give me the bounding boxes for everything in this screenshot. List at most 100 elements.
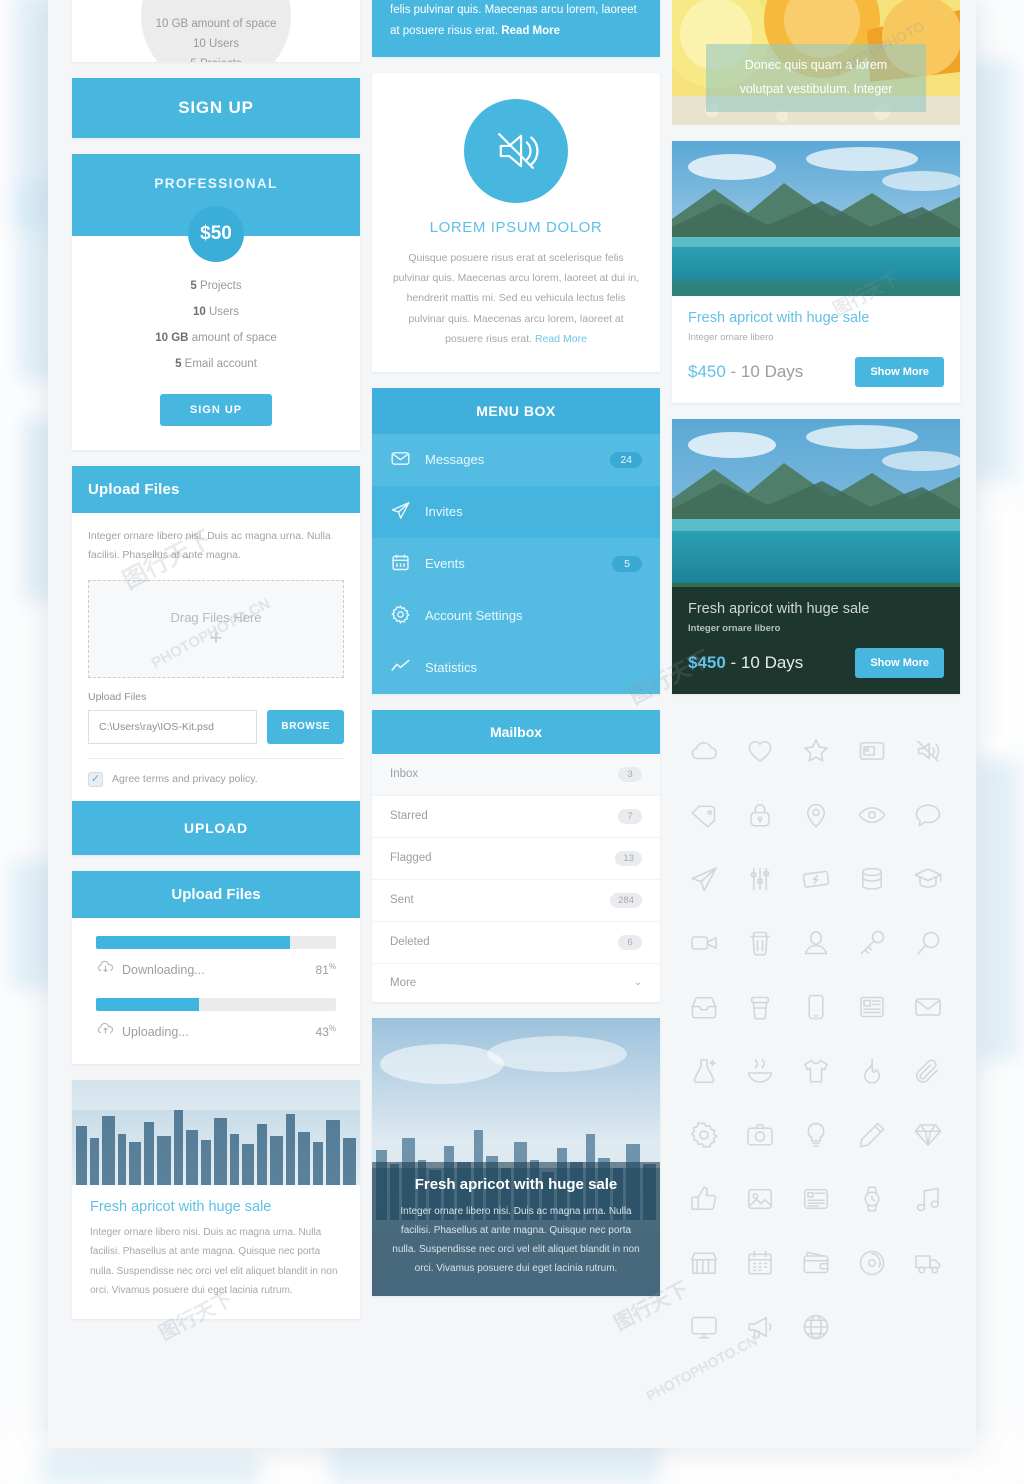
sliders-icon[interactable] (732, 860, 788, 898)
browse-button[interactable]: BROWSE (267, 709, 344, 744)
basic-plan-signup-button[interactable]: SIGN UP (72, 78, 360, 138)
mailbox-row-label: Starred (390, 810, 428, 823)
key-icon[interactable] (844, 924, 900, 962)
flame-icon[interactable] (844, 1052, 900, 1090)
speaker-mute-icon[interactable] (900, 732, 956, 770)
star-icon[interactable] (788, 732, 844, 770)
video-camera-icon[interactable] (676, 924, 732, 962)
product-dark-show-more-button[interactable]: Show More (855, 648, 944, 678)
mailbox-row-more[interactable]: More ⌄ (372, 963, 660, 1002)
excerpt-line-2-row: at posuere risus erat. Read More (390, 21, 642, 42)
caption-line-1: Donec quis quam a lorem (744, 58, 888, 72)
magnifier-icon[interactable] (900, 924, 956, 962)
trash-icon[interactable] (732, 924, 788, 962)
chevron-down-icon: ⌄ (633, 977, 642, 989)
lightbulb-icon[interactable] (788, 1116, 844, 1154)
heart-icon[interactable] (732, 732, 788, 770)
price-value: $450 (688, 362, 726, 381)
pro-feature-value: 10 GB (155, 332, 189, 344)
menu-item-statistics[interactable]: Statistics (372, 641, 660, 694)
paper-plane-icon[interactable] (676, 860, 732, 898)
product-light-show-more-button[interactable]: Show More (855, 357, 944, 387)
professional-signup-button[interactable]: SIGN UP (159, 394, 273, 426)
menu-item-events[interactable]: Events 5 (372, 537, 660, 590)
menu-item-messages[interactable]: Messages 24 (372, 433, 660, 486)
menu-item-account-settings[interactable]: Account Settings (372, 589, 660, 642)
backdrop-shape (40, 1455, 260, 1484)
monitor-icon[interactable] (676, 1308, 732, 1346)
middle-city-text: Integer ornare libero nisi. Duis ac magn… (392, 1205, 640, 1274)
cloud-icon[interactable] (676, 732, 732, 770)
chat-bubble-icon[interactable] (900, 796, 956, 834)
pro-feature-row: 10 Users (72, 306, 360, 318)
file-field-label: Upload Files (88, 690, 147, 703)
wallet-icon[interactable] (788, 1244, 844, 1282)
calendar-icon (390, 552, 411, 576)
download-label: Downloading... (122, 962, 205, 977)
user-icon[interactable] (788, 924, 844, 962)
excerpt-line-1: felis pulvinar quis. Maecenas arcu lorem… (390, 4, 637, 16)
pencil-icon[interactable] (844, 1116, 900, 1154)
mailbox-row-label: Deleted (390, 936, 430, 949)
truck-icon[interactable] (900, 1244, 956, 1282)
product-dark-subtitle: Integer ornare libero (688, 623, 781, 634)
left-column: 10 GB amount of space 10 Users 5 Project… (72, 0, 360, 1366)
middle-city-overlay: Fresh apricot with huge sale Integer orn… (372, 1161, 660, 1296)
mailbox-row-flagged[interactable]: Flagged 13 (372, 837, 660, 880)
transfer-body: Downloading... 81% Uploading... 43% (72, 918, 360, 1064)
tshirt-icon[interactable] (788, 1052, 844, 1090)
database-icon[interactable] (844, 860, 900, 898)
hot-bowl-icon[interactable] (732, 1052, 788, 1090)
smartphone-icon[interactable] (788, 988, 844, 1026)
mailbox-row-inbox[interactable]: Inbox 3 (372, 753, 660, 796)
lock-icon[interactable] (732, 796, 788, 834)
file-dropzone[interactable]: Drag Files Here + (88, 579, 344, 678)
photo-frame-icon[interactable] (844, 732, 900, 770)
thumbs-up-icon[interactable] (676, 1180, 732, 1218)
upload-files-description: Integer ornare libero nisi. Duis ac magn… (88, 530, 331, 562)
inbox-tray-icon[interactable] (676, 988, 732, 1026)
eye-icon[interactable] (844, 796, 900, 834)
excerpt-read-more-link[interactable]: Read More (501, 25, 560, 37)
product-card-dark: Fresh apricot with huge sale Integer orn… (672, 419, 960, 694)
product-light-footer: $450 - 10 Days Show More (688, 357, 944, 387)
store-icon[interactable] (676, 1244, 732, 1282)
product-dark-price: $450 - 10 Days (688, 653, 855, 673)
mailbox-row-deleted[interactable]: Deleted 6 (372, 921, 660, 964)
disc-icon[interactable] (844, 1244, 900, 1282)
upload-progress-fill (96, 997, 200, 1011)
watch-icon[interactable] (844, 1180, 900, 1218)
envelope-icon[interactable] (900, 988, 956, 1026)
diamond-icon[interactable] (900, 1116, 956, 1154)
file-path-input[interactable] (88, 709, 258, 744)
paperclip-icon[interactable] (900, 1052, 956, 1090)
agree-terms-row[interactable]: ✓ Agree terms and privacy policy. (88, 757, 344, 801)
graduation-cap-icon[interactable] (900, 860, 956, 898)
mailbox-row-sent[interactable]: Sent 284 (372, 879, 660, 922)
download-progress-fill (96, 935, 291, 949)
professional-plan-body: 5 Projects 10 Users 10 GB amount of spac… (72, 236, 360, 450)
basic-feature-2: 5 Projects (141, 54, 291, 62)
money-bill-icon[interactable] (788, 860, 844, 898)
upload-button[interactable]: UPLOAD (72, 800, 360, 855)
megaphone-icon[interactable] (732, 1308, 788, 1346)
download-progress-row: Downloading... 81% (96, 958, 336, 982)
newspaper-icon[interactable] (844, 988, 900, 1026)
tag-icon[interactable] (676, 796, 732, 834)
map-pin-icon[interactable] (788, 796, 844, 834)
music-note-icon[interactable] (900, 1180, 956, 1218)
speaker-read-more-link[interactable]: Read More (535, 333, 587, 345)
price-duration: - 10 Days (725, 653, 804, 672)
camera-icon[interactable] (732, 1116, 788, 1154)
globe-icon[interactable] (788, 1308, 844, 1346)
mailbox-row-starred[interactable]: Starred 7 (372, 795, 660, 838)
upload-label: Uploading... (122, 1024, 189, 1039)
document-icon[interactable] (788, 1180, 844, 1218)
gear-icon[interactable] (676, 1116, 732, 1154)
flask-icon[interactable] (676, 1052, 732, 1090)
agree-checkbox[interactable]: ✓ (88, 771, 103, 787)
image-icon[interactable] (732, 1180, 788, 1218)
menu-item-invites[interactable]: Invites (372, 485, 660, 538)
calendar-icon[interactable] (732, 1244, 788, 1282)
coffee-cup-icon[interactable] (732, 988, 788, 1026)
